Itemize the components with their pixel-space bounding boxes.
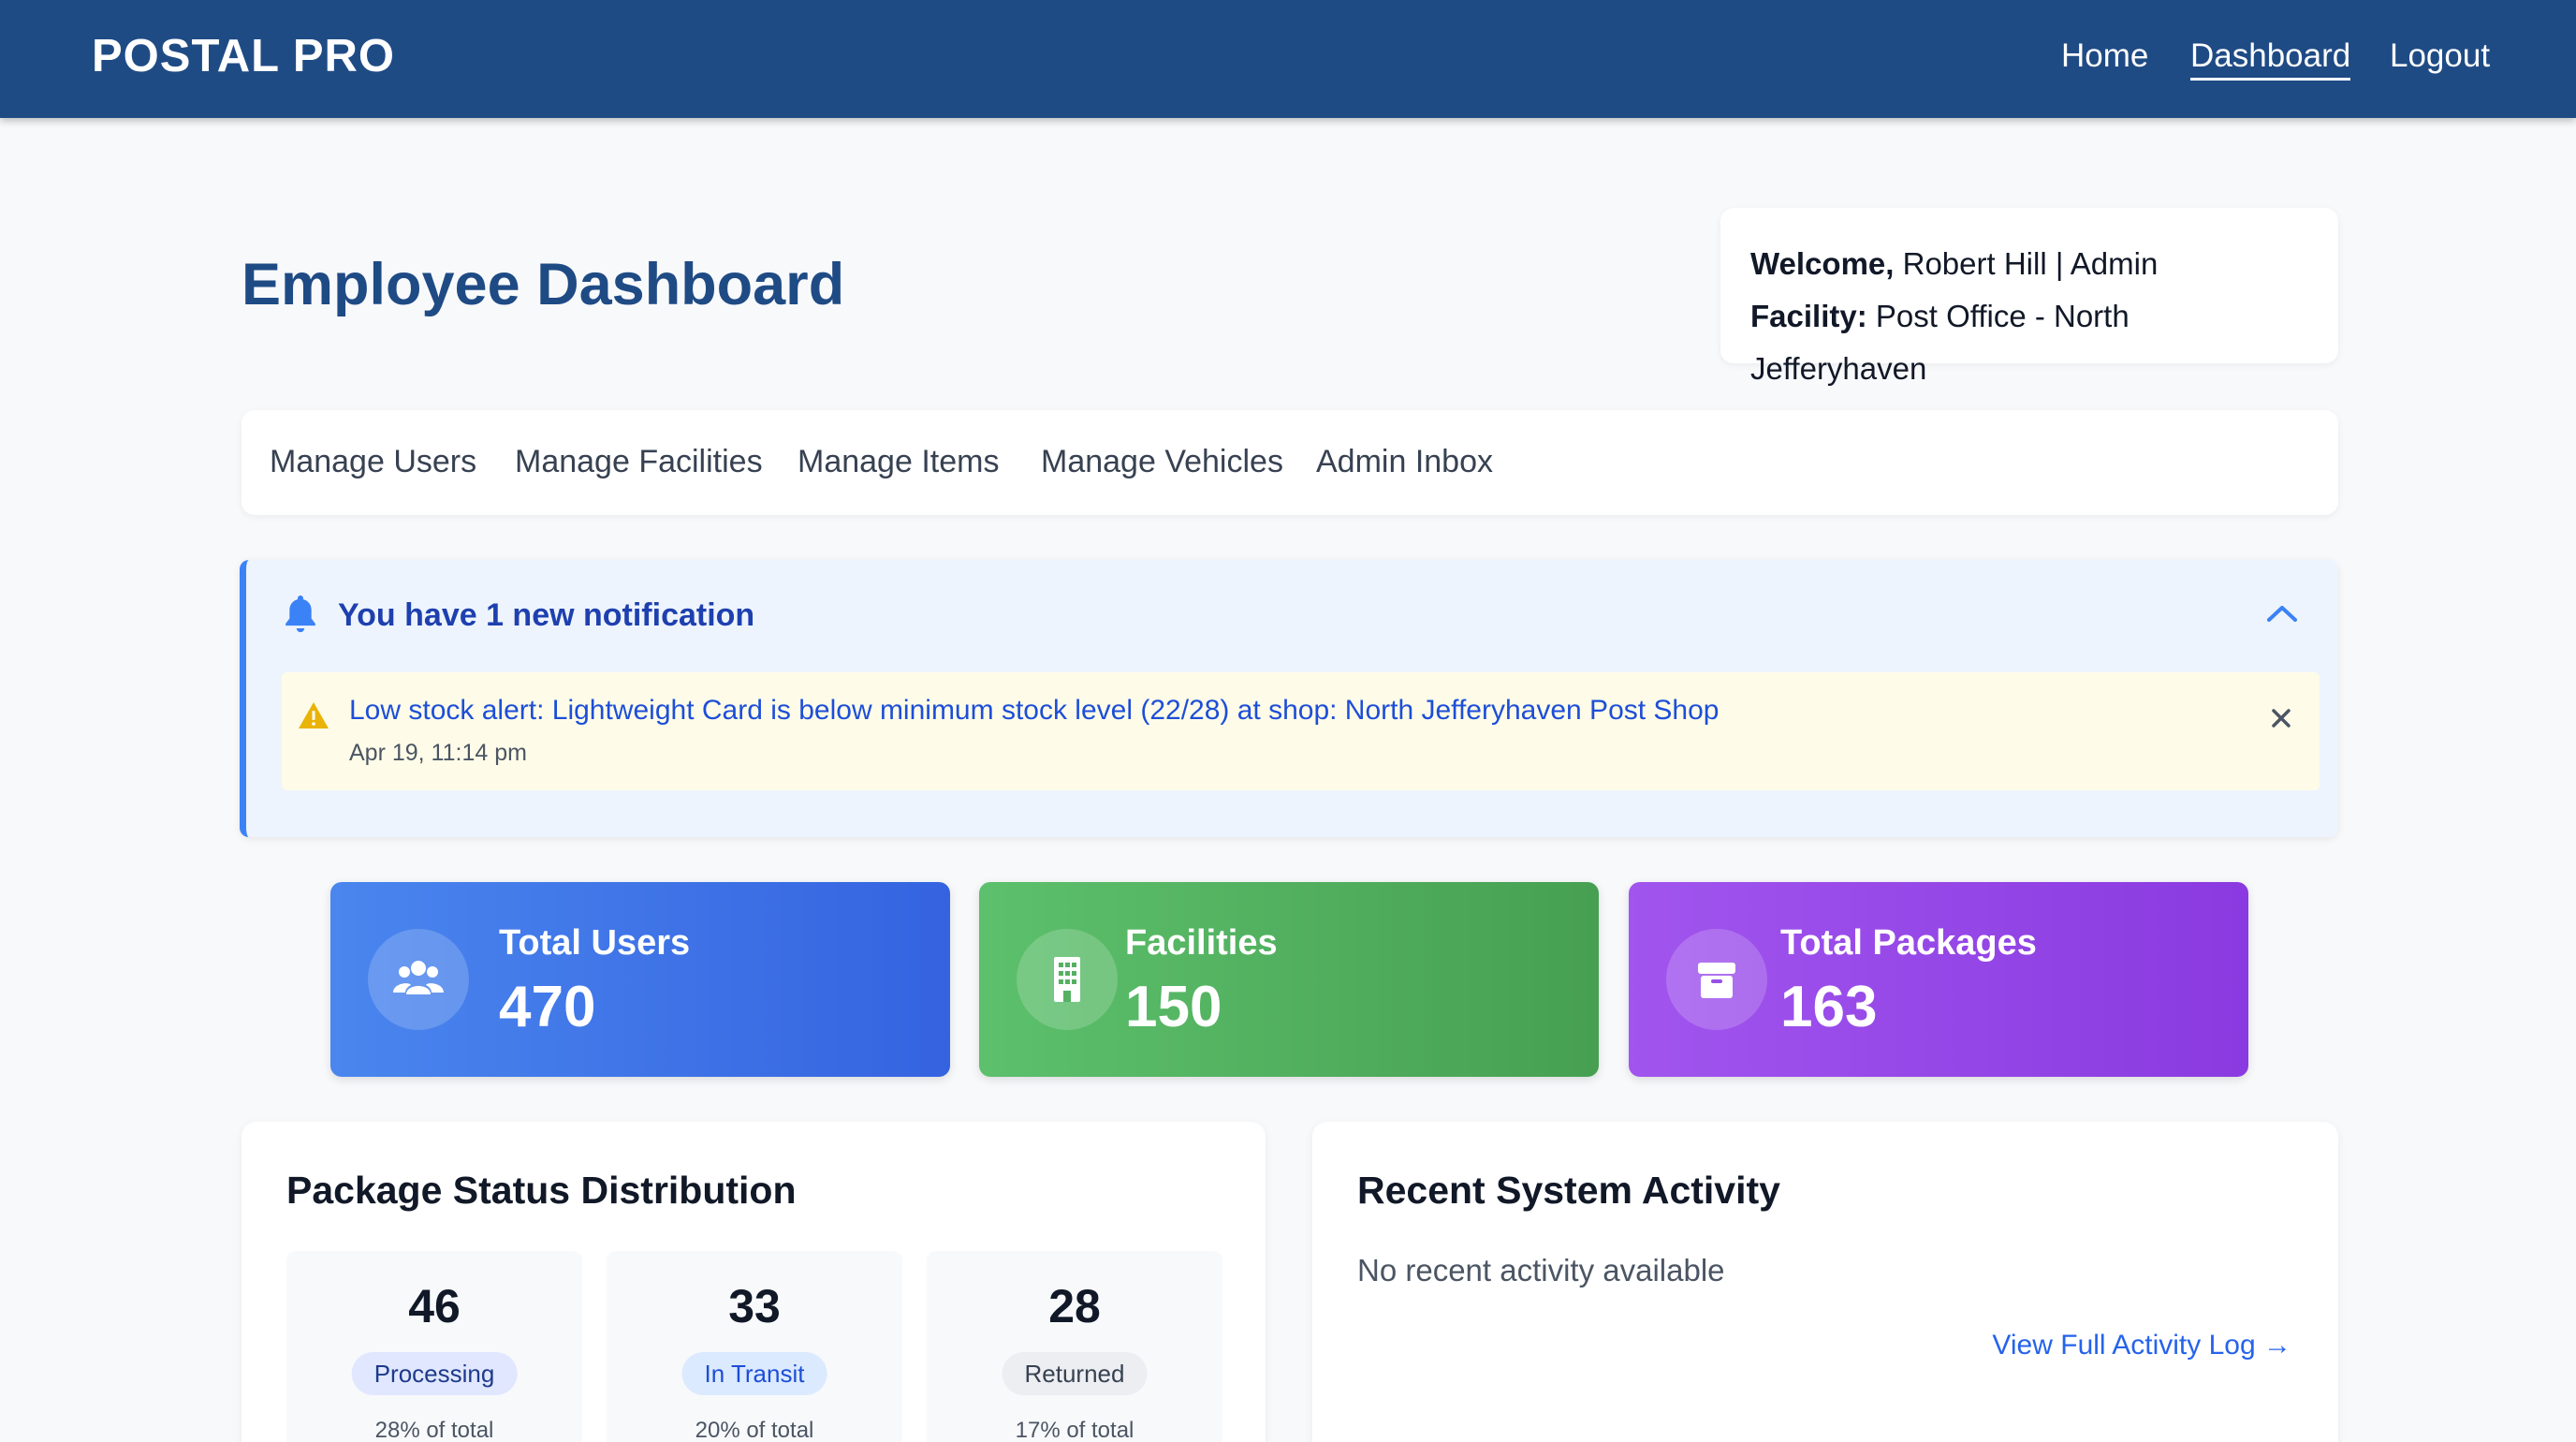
bell-icon <box>285 596 315 633</box>
empty-activity-text: No recent activity available <box>1357 1253 1725 1288</box>
admin-nav-manage-users[interactable]: Manage Users <box>270 444 476 480</box>
nav-home-link[interactable]: Home <box>2061 37 2148 75</box>
recent-activity-panel: Recent System Activity No recent activit… <box>1312 1122 2338 1442</box>
status-card-processing: 46 Processing 28% of total <box>286 1251 582 1442</box>
admin-nav-admin-inbox[interactable]: Admin Inbox <box>1316 444 1493 480</box>
nav-dashboard-link[interactable]: Dashboard <box>2190 37 2351 81</box>
notification-item[interactable]: Low stock alert: Lightweight Card is bel… <box>282 672 2320 790</box>
stat-card-total-packages: Total Packages 163 <box>1629 882 2248 1077</box>
stat-card-total-users: Total Users 470 <box>330 882 950 1077</box>
warning-icon <box>299 702 329 728</box>
users-icon-wrap <box>368 929 469 1030</box>
top-navbar: POSTAL PRO Home Dashboard Logout <box>0 0 2576 118</box>
brand-logo[interactable]: POSTAL PRO <box>92 30 395 82</box>
package-icon <box>1698 963 1735 998</box>
panel-title: Recent System Activity <box>1357 1169 1780 1212</box>
admin-nav: Manage Users Manage Facilities Manage It… <box>242 410 2338 515</box>
close-icon[interactable] <box>2269 706 2293 730</box>
package-status-panel: Package Status Distribution 46 Processin… <box>242 1122 1266 1442</box>
stat-label: Facilities <box>1125 923 1278 963</box>
facility-label: Facility: <box>1750 299 1867 333</box>
nav-logout-link[interactable]: Logout <box>2390 37 2490 75</box>
notification-panel: You have 1 new notification Low stock al… <box>240 560 2338 837</box>
stat-card-facilities: Facilities 150 <box>979 882 1599 1077</box>
status-percent: 20% of total <box>695 1418 814 1442</box>
status-count: 33 <box>728 1280 781 1332</box>
welcome-user: Robert Hill | Admin <box>1902 246 2159 281</box>
users-icon <box>393 961 444 994</box>
status-count: 28 <box>1048 1280 1101 1332</box>
stat-value: 163 <box>1780 975 1878 1039</box>
status-percent: 17% of total <box>1015 1418 1134 1442</box>
package-icon-wrap <box>1666 929 1767 1030</box>
status-card-in-transit: 33 In Transit 20% of total <box>607 1251 902 1442</box>
status-percent: 28% of total <box>374 1418 494 1442</box>
view-activity-log-link[interactable]: View Full Activity Log → <box>1992 1330 2291 1361</box>
stat-label: Total Users <box>499 923 691 963</box>
facility-line: Facility: Post Office - North Jefferyhav… <box>1750 290 2308 395</box>
admin-nav-manage-facilities[interactable]: Manage Facilities <box>515 444 763 480</box>
welcome-label: Welcome, <box>1750 246 1895 281</box>
stat-label: Total Packages <box>1780 923 2037 963</box>
status-badge: Processing <box>351 1352 518 1395</box>
building-icon-wrap <box>1017 929 1118 1030</box>
status-card-returned: 28 Returned 17% of total <box>927 1251 1222 1442</box>
admin-nav-manage-vehicles[interactable]: Manage Vehicles <box>1041 444 1283 480</box>
welcome-line: Welcome, Robert Hill | Admin <box>1750 238 2308 290</box>
status-count: 46 <box>408 1280 461 1332</box>
notification-title: You have 1 new notification <box>338 597 755 633</box>
status-badge: In Transit <box>681 1352 827 1395</box>
building-icon <box>1054 957 1080 1002</box>
stat-value: 150 <box>1125 975 1222 1039</box>
status-badge: Returned <box>1002 1352 1148 1395</box>
panel-title: Package Status Distribution <box>286 1169 797 1212</box>
stat-value: 470 <box>499 975 596 1039</box>
page-title: Employee Dashboard <box>242 252 845 317</box>
admin-nav-manage-items[interactable]: Manage Items <box>798 444 999 480</box>
chevron-up-icon[interactable] <box>2265 601 2299 625</box>
welcome-card: Welcome, Robert Hill | Admin Facility: P… <box>1720 208 2338 386</box>
notification-message[interactable]: Low stock alert: Lightweight Card is bel… <box>349 695 1719 727</box>
notification-time: Apr 19, 11:14 pm <box>349 740 527 766</box>
